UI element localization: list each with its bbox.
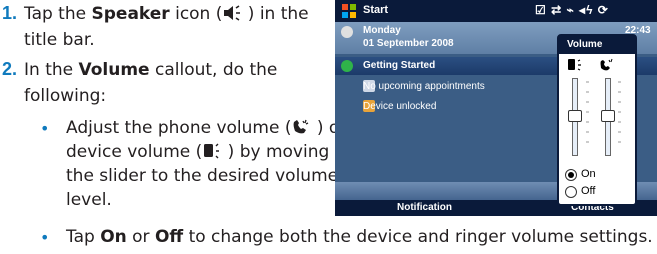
clock-icon [341,26,353,38]
device-volume-icon-small [568,59,581,71]
volume-callout: Volume On Off [557,34,637,206]
speaker-term: Speaker [91,4,170,24]
start-label[interactable]: Start [363,4,388,16]
bullet-2-text: Tap On or Off to change both the device … [66,227,653,247]
on-term: On [100,227,127,247]
volume-term: Volume [78,60,150,80]
volume-callout-title: Volume [559,36,635,54]
step-1-line-1: Tap the Speaker icon ( ) in the [24,4,309,24]
appointments-label: No upcoming appointments [363,81,485,92]
speaker-icon [224,5,241,21]
device-volume-icon [204,143,220,159]
windows-logo-icon[interactable] [341,3,357,19]
device-lock-label: Device unlocked [363,101,437,112]
bullet-1-line-1: Adjust the phone volume ( ) or [66,118,347,138]
weekday: Monday [363,25,401,36]
volume-off-label[interactable]: Off [581,185,595,197]
bullet-1-line-2: device volume ( ) by moving [66,142,330,162]
phone-screenshot: Start ☑ ⇄ ⌁ ◂ϟ ⟳ Monday 01 September 200… [335,0,657,216]
phone-volume-thumb[interactable] [601,110,615,122]
bullet-1-line-4: level. [66,190,112,210]
getting-started-label: Getting Started [363,60,436,71]
status-icons[interactable]: ☑ ⇄ ⌁ ◂ϟ ⟳ [535,3,609,17]
slider-ticks-right [618,81,621,143]
volume-on-radio[interactable] [565,169,577,181]
bullet-2-marker: • [40,228,50,247]
step-2-line-1: In the Volume callout, do the [24,60,278,80]
phone-volume-icon-small [600,58,613,71]
phone-volume-icon [294,119,309,134]
bullet-1-line-3: the slider to the desired volume [66,166,339,186]
date: 01 September 2008 [363,38,454,49]
volume-on-label[interactable]: On [581,168,596,180]
bullet-1-marker: • [40,119,50,138]
title-bar: Start ☑ ⇄ ⌁ ◂ϟ ⟳ [335,0,657,22]
getting-started-icon [341,60,353,72]
step-1-number: 1. [2,3,18,23]
document-page: 1. Tap the Speaker icon ( ) in the title… [0,0,657,254]
off-term: Off [154,227,184,247]
step-2-line-2: following: [24,86,107,106]
slider-ticks [586,81,589,143]
step-2-number: 2. [2,59,18,79]
soft-key-notification[interactable]: Notification [397,202,452,213]
device-volume-thumb[interactable] [568,110,582,122]
step-1-line-2: title bar. [24,30,95,50]
volume-off-radio[interactable] [565,186,577,198]
